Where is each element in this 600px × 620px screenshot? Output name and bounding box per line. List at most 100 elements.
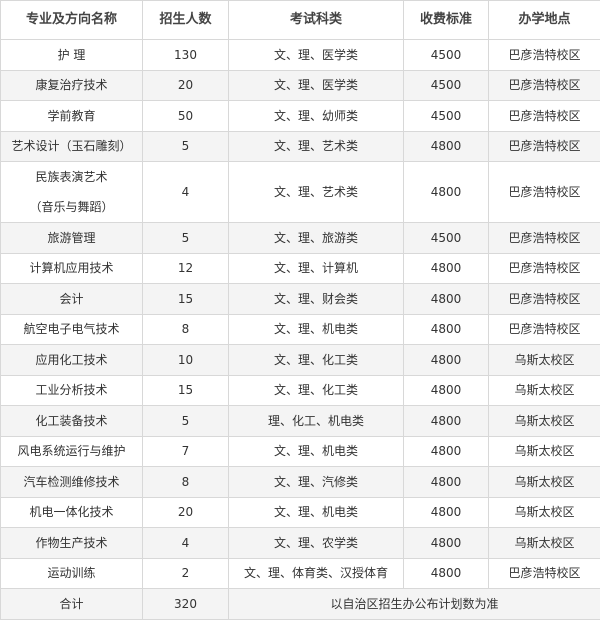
cell-count: 20: [143, 70, 229, 101]
cell-location: 乌斯太校区: [489, 375, 600, 406]
cell-location: 巴彦浩特校区: [489, 284, 600, 315]
table-row: 工业分析技术 15 文、理、化工类 4800 乌斯太校区: [1, 375, 600, 406]
cell-subjects: 文、理、体育类、汉授体育: [229, 558, 404, 589]
cell-location: 巴彦浩特校区: [489, 558, 600, 589]
cell-count: 8: [143, 467, 229, 498]
header-fee: 收费标准: [404, 1, 489, 40]
cell-count: 20: [143, 497, 229, 528]
header-location: 办学地点: [489, 1, 600, 40]
cell-fee: 4800: [404, 284, 489, 315]
cell-major: 民族表演艺术 （音乐与舞蹈）: [1, 162, 143, 223]
table-row: 旅游管理 5 文、理、旅游类 4500 巴彦浩特校区: [1, 223, 600, 254]
cell-count: 4: [143, 162, 229, 223]
cell-location: 乌斯太校区: [489, 467, 600, 498]
cell-subjects: 理、化工、机电类: [229, 406, 404, 437]
cell-subjects: 文、理、机电类: [229, 436, 404, 467]
cell-count: 15: [143, 284, 229, 315]
cell-count: 8: [143, 314, 229, 345]
cell-count: 7: [143, 436, 229, 467]
cell-major: 康复治疗技术: [1, 70, 143, 101]
cell-major: 机电一体化技术: [1, 497, 143, 528]
cell-count: 4: [143, 528, 229, 559]
table-row: 化工装备技术 5 理、化工、机电类 4800 乌斯太校区: [1, 406, 600, 437]
cell-subjects: 文、理、机电类: [229, 497, 404, 528]
table-row: 运动训练 2 文、理、体育类、汉授体育 4800 巴彦浩特校区: [1, 558, 600, 589]
table-row: 作物生产技术 4 文、理、农学类 4800 乌斯太校区: [1, 528, 600, 559]
cell-major: 航空电子电气技术: [1, 314, 143, 345]
table-header-row: 专业及方向名称 招生人数 考试科类 收费标准 办学地点: [1, 1, 600, 40]
cell-subjects: 文、理、化工类: [229, 375, 404, 406]
cell-count: 15: [143, 375, 229, 406]
cell-subjects: 文、理、农学类: [229, 528, 404, 559]
total-note: 以自治区招生办公布计划数为准: [229, 589, 600, 620]
cell-fee: 4500: [404, 40, 489, 71]
cell-subjects: 文、理、旅游类: [229, 223, 404, 254]
cell-fee: 4800: [404, 406, 489, 437]
cell-count: 5: [143, 406, 229, 437]
cell-subjects: 文、理、医学类: [229, 40, 404, 71]
cell-fee: 4500: [404, 101, 489, 132]
cell-fee: 4800: [404, 162, 489, 223]
cell-fee: 4800: [404, 558, 489, 589]
cell-count: 5: [143, 223, 229, 254]
cell-major: 运动训练: [1, 558, 143, 589]
cell-location: 巴彦浩特校区: [489, 70, 600, 101]
cell-fee: 4800: [404, 528, 489, 559]
total-label: 合计: [1, 589, 143, 620]
cell-subjects: 文、理、计算机: [229, 253, 404, 284]
table-row: 计算机应用技术 12 文、理、计算机 4800 巴彦浩特校区: [1, 253, 600, 284]
cell-fee: 4500: [404, 70, 489, 101]
cell-major: 计算机应用技术: [1, 253, 143, 284]
table-row: 民族表演艺术 （音乐与舞蹈） 4 文、理、艺术类 4800 巴彦浩特校区: [1, 162, 600, 223]
cell-subjects: 文、理、幼师类: [229, 101, 404, 132]
cell-location: 巴彦浩特校区: [489, 101, 600, 132]
cell-location: 巴彦浩特校区: [489, 223, 600, 254]
cell-major-line: （音乐与舞蹈）: [3, 192, 140, 222]
table-row: 会计 15 文、理、财会类 4800 巴彦浩特校区: [1, 284, 600, 315]
cell-subjects: 文、理、财会类: [229, 284, 404, 315]
cell-major: 应用化工技术: [1, 345, 143, 376]
cell-fee: 4800: [404, 345, 489, 376]
cell-fee: 4800: [404, 314, 489, 345]
cell-subjects: 文、理、医学类: [229, 70, 404, 101]
cell-subjects: 文、理、艺术类: [229, 162, 404, 223]
table-row: 康复治疗技术 20 文、理、医学类 4500 巴彦浩特校区: [1, 70, 600, 101]
table-row: 航空电子电气技术 8 文、理、机电类 4800 巴彦浩特校区: [1, 314, 600, 345]
cell-location: 乌斯太校区: [489, 406, 600, 437]
cell-major: 艺术设计（玉石雕刻）: [1, 131, 143, 162]
table-row: 风电系统运行与维护 7 文、理、机电类 4800 乌斯太校区: [1, 436, 600, 467]
enrollment-table: 专业及方向名称 招生人数 考试科类 收费标准 办学地点 护 理 130 文、理、…: [0, 0, 600, 620]
cell-location: 乌斯太校区: [489, 497, 600, 528]
cell-major: 汽车检测维修技术: [1, 467, 143, 498]
cell-location: 巴彦浩特校区: [489, 131, 600, 162]
cell-major: 工业分析技术: [1, 375, 143, 406]
table-row: 汽车检测维修技术 8 文、理、汽修类 4800 乌斯太校区: [1, 467, 600, 498]
table-row: 机电一体化技术 20 文、理、机电类 4800 乌斯太校区: [1, 497, 600, 528]
cell-count: 5: [143, 131, 229, 162]
table-row: 学前教育 50 文、理、幼师类 4500 巴彦浩特校区: [1, 101, 600, 132]
cell-fee: 4800: [404, 436, 489, 467]
cell-location: 乌斯太校区: [489, 436, 600, 467]
cell-major: 学前教育: [1, 101, 143, 132]
cell-fee: 4800: [404, 375, 489, 406]
total-count: 320: [143, 589, 229, 620]
cell-location: 巴彦浩特校区: [489, 162, 600, 223]
header-major: 专业及方向名称: [1, 1, 143, 40]
total-row: 合计 320 以自治区招生办公布计划数为准: [1, 589, 600, 620]
cell-location: 巴彦浩特校区: [489, 314, 600, 345]
cell-major: 作物生产技术: [1, 528, 143, 559]
cell-major: 化工装备技术: [1, 406, 143, 437]
table-row: 艺术设计（玉石雕刻） 5 文、理、艺术类 4800 巴彦浩特校区: [1, 131, 600, 162]
header-subjects: 考试科类: [229, 1, 404, 40]
cell-count: 12: [143, 253, 229, 284]
table-row: 应用化工技术 10 文、理、化工类 4800 乌斯太校区: [1, 345, 600, 376]
table-row: 护 理 130 文、理、医学类 4500 巴彦浩特校区: [1, 40, 600, 71]
cell-subjects: 文、理、汽修类: [229, 467, 404, 498]
cell-major-line: 民族表演艺术: [3, 162, 140, 192]
cell-count: 130: [143, 40, 229, 71]
cell-subjects: 文、理、化工类: [229, 345, 404, 376]
cell-location: 巴彦浩特校区: [489, 253, 600, 284]
cell-fee: 4800: [404, 131, 489, 162]
header-count: 招生人数: [143, 1, 229, 40]
cell-fee: 4500: [404, 223, 489, 254]
